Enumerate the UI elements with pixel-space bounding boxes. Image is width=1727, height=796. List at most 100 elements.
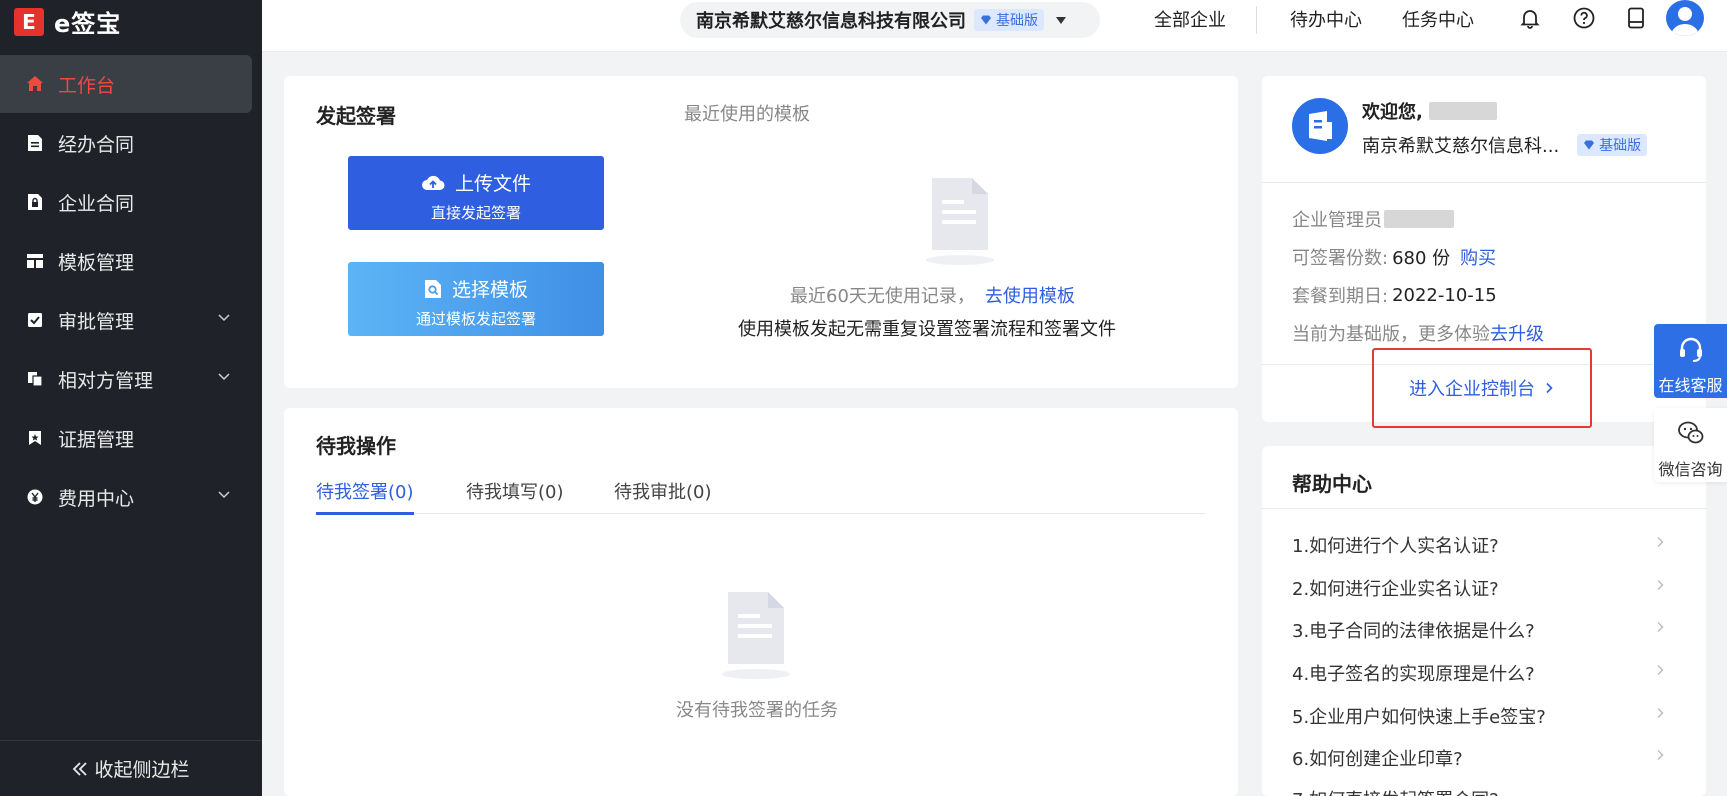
user-icon [1671, 7, 1699, 36]
sidebar-item-enterprise-contracts[interactable]: 企业合同 [0, 173, 252, 231]
use-template-link[interactable]: 去使用模板 [985, 286, 1075, 307]
admin-label: 企业管理员 [1292, 210, 1382, 231]
online-service-button[interactable]: 在线客服 [1654, 324, 1727, 398]
checkbox-icon [26, 311, 44, 329]
wechat-icon [1677, 421, 1703, 444]
chevron-down-icon [218, 491, 230, 499]
headset-icon [1679, 337, 1702, 362]
task-center-link[interactable]: 任务中心 [1402, 6, 1474, 32]
pending-tabs: 待我签署(0) 待我填写(0) 待我审批(0) [316, 478, 1206, 515]
upload-file-button[interactable]: 上传文件 直接发起签署 [348, 156, 604, 230]
welcome-text: 欢迎您, [1362, 98, 1497, 124]
edition-badge: 基础版 [974, 9, 1044, 31]
chevron-right-icon [1657, 537, 1664, 547]
sidebar-item-label: 经办合同 [58, 133, 135, 156]
top-divider [1256, 6, 1257, 34]
tab-pending-sign[interactable]: 待我签署(0) [316, 478, 414, 515]
redacted-username [1428, 102, 1497, 120]
sidebar-item-counterparty-management[interactable]: 相对方管理 [0, 350, 252, 408]
edition-label: 基础版 [996, 13, 1038, 29]
select-template-label: 选择模板 [451, 279, 528, 301]
wechat-consult-button[interactable]: 微信咨询 [1654, 408, 1727, 482]
bookmark-icon [26, 429, 44, 447]
upgrade-row: 当前为基础版，更多体验 去升级 [1292, 320, 1544, 346]
template-description: 使用模板发起无需重复设置签署流程和签署文件 [738, 319, 1116, 340]
sidebar-item-template-management[interactable]: 模板管理 [0, 232, 252, 290]
all-companies-link[interactable]: 全部企业 [1154, 6, 1226, 32]
tab-pending-fill[interactable]: 待我填写(0) [466, 478, 564, 514]
initiate-signing-title: 发起签署 [316, 104, 396, 128]
help-item[interactable]: 4.电子签名的实现原理是什么? [1292, 660, 1672, 686]
company-avatar [1292, 98, 1348, 154]
profile-divider [1262, 182, 1706, 183]
quota-value: 680 份 [1392, 248, 1451, 269]
help-item[interactable]: 3.电子合同的法律依据是什么? [1292, 617, 1672, 643]
template-icon [26, 252, 44, 270]
chevron-right-icon [1657, 665, 1664, 675]
sidebar-item-label: 模板管理 [58, 251, 135, 274]
chevron-right-icon [1657, 708, 1664, 718]
diamond-icon [981, 15, 991, 25]
todo-center-link[interactable]: 待办中心 [1290, 6, 1362, 32]
lock-document-icon [26, 193, 44, 211]
profile-company-name: 南京希默艾慈尔信息科... [1362, 136, 1560, 157]
upload-file-label: 上传文件 [454, 173, 531, 195]
sidebar-item-label: 工作台 [58, 74, 116, 97]
pending-operations-title: 待我操作 [316, 434, 396, 458]
help-item[interactable]: 7.如何直接发起签署合同? [1292, 786, 1672, 796]
sidebar-item-billing-center[interactable]: 费用中心 [0, 468, 252, 526]
document-icon [26, 134, 44, 152]
profile-edition-label: 基础版 [1599, 138, 1642, 154]
sidebar-item-label: 证据管理 [58, 428, 135, 451]
double-chevron-left-icon [73, 761, 88, 776]
sidebar-item-label: 审批管理 [58, 310, 135, 333]
tablet-icon[interactable] [1624, 6, 1648, 30]
sidebar-item-handled-contracts[interactable]: 经办合同 [0, 114, 252, 172]
brand-name: e签宝 [54, 10, 122, 38]
help-item[interactable]: 5.企业用户如何快速上手e签宝? [1292, 703, 1672, 729]
profile-edition-badge: 基础版 [1577, 134, 1648, 156]
sidebar: E e签宝 工作台 经办合同 企业合同 模板管理 审批管理 相对方管理 证据管理… [0, 0, 262, 796]
upgrade-text: 当前为基础版，更多体验 [1292, 324, 1490, 345]
quota-row: 可签署份数: 680 份 购买 [1292, 244, 1496, 270]
esign-logo-icon: E [14, 7, 44, 36]
expire-value: 2022-10-15 [1392, 284, 1497, 306]
select-template-sublabel: 通过模板发起签署 [415, 310, 536, 328]
brand-logo[interactable]: E e签宝 [14, 4, 121, 39]
profile-company: 南京希默艾慈尔信息科... 基础版 [1362, 132, 1648, 158]
welcome-label: 欢迎您, [1362, 102, 1423, 123]
sidebar-item-label: 相对方管理 [58, 369, 154, 392]
contacts-icon [26, 370, 44, 388]
company-switcher[interactable]: 南京希默艾慈尔信息科技有限公司 基础版 [680, 2, 1100, 38]
sidebar-item-evidence-management[interactable]: 证据管理 [0, 409, 252, 467]
home-icon [26, 75, 44, 93]
help-icon[interactable] [1572, 6, 1596, 30]
help-item[interactable]: 1.如何进行个人实名认证? [1292, 532, 1672, 558]
tab-pending-approve[interactable]: 待我审批(0) [614, 478, 712, 514]
help-divider [1262, 508, 1706, 509]
recent-templates-title: 最近使用的模板 [684, 104, 810, 125]
sidebar-item-approval-management[interactable]: 审批管理 [0, 291, 252, 349]
expire-label: 套餐到期日: [1292, 286, 1389, 307]
help-item[interactable]: 6.如何创建企业印章? [1292, 745, 1672, 771]
help-item[interactable]: 2.如何进行企业实名认证? [1292, 575, 1672, 601]
collapse-sidebar-button[interactable]: 收起侧边栏 [0, 740, 262, 796]
sidebar-item-workbench[interactable]: 工作台 [0, 55, 252, 113]
sidebar-item-label: 企业合同 [58, 192, 135, 215]
select-template-button[interactable]: 选择模板 通过模板发起签署 [348, 262, 604, 336]
sidebar-item-label: 费用中心 [58, 487, 135, 510]
online-service-label: 在线客服 [1658, 376, 1723, 395]
no-recent-templates-text: 最近60天无使用记录， 去使用模板 [790, 282, 1075, 308]
empty-task-icon [722, 592, 790, 679]
redacted-admin-name [1384, 210, 1454, 228]
user-avatar[interactable] [1666, 0, 1704, 36]
upload-file-sublabel: 直接发起签署 [430, 204, 521, 222]
sidebar-nav: 工作台 经办合同 企业合同 模板管理 审批管理 相对方管理 证据管理 费用中心 [0, 55, 262, 527]
buy-link[interactable]: 购买 [1460, 244, 1496, 270]
empty-document-icon [926, 178, 994, 265]
current-company-name: 南京希默艾慈尔信息科技有限公司 [696, 11, 966, 32]
no-pending-tasks-text: 没有待我签署的任务 [676, 700, 838, 721]
expire-row: 套餐到期日: 2022-10-15 [1292, 282, 1497, 308]
upgrade-link[interactable]: 去升级 [1490, 320, 1544, 346]
bell-icon[interactable] [1518, 6, 1542, 30]
